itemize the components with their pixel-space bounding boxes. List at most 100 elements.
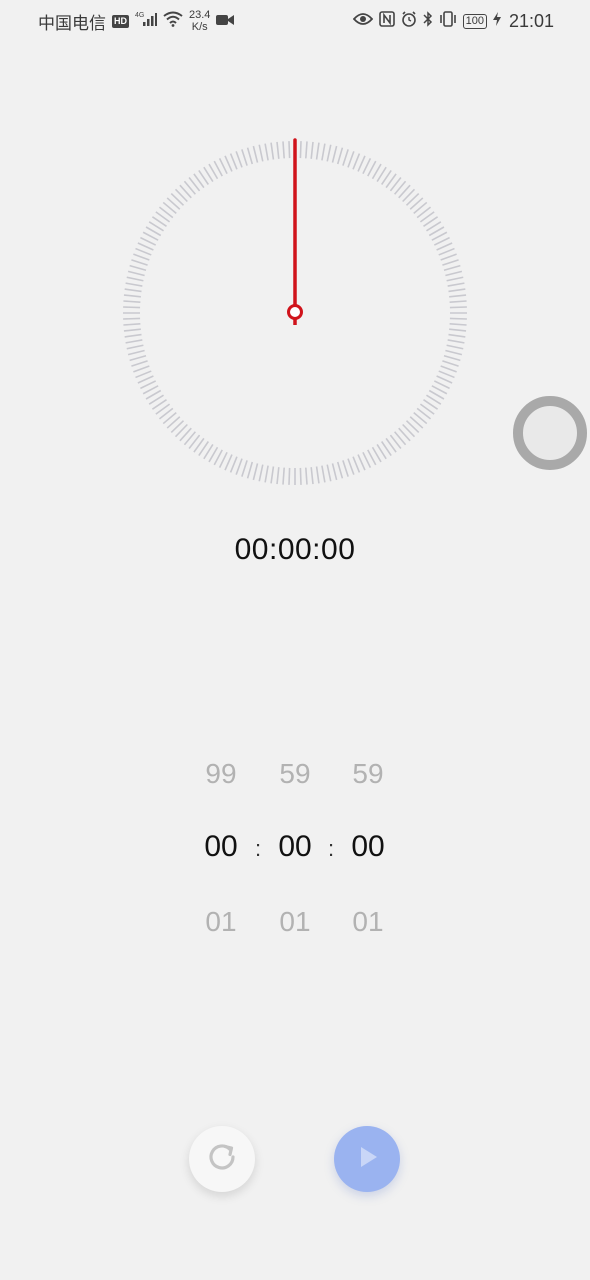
network-type-label: 4G xyxy=(135,12,144,19)
dial-tick xyxy=(433,236,450,246)
dial-tick xyxy=(140,236,157,246)
dial-tick xyxy=(123,323,141,326)
dial-tick xyxy=(131,360,148,367)
dial-tick xyxy=(342,149,349,166)
dial-tick xyxy=(347,151,355,168)
dial-tick xyxy=(305,467,308,485)
dial-tick xyxy=(127,349,145,356)
screen: 中国电信 HD 4G 23.4 K/s 100 21:01 00:00:00 9… xyxy=(0,0,590,1280)
bluetooth-icon xyxy=(423,10,433,32)
dial-tick xyxy=(315,466,320,484)
dial-tick xyxy=(288,141,291,159)
dial-tick xyxy=(133,253,150,261)
dial-tick xyxy=(442,360,459,367)
dial-tick xyxy=(336,147,344,165)
network-speed: 23.4 K/s xyxy=(189,9,210,33)
dial-tick xyxy=(448,288,466,293)
hours-next: 01 xyxy=(205,906,237,937)
dial-tick xyxy=(252,145,259,163)
dial-tick xyxy=(326,464,332,482)
dial-tick xyxy=(124,333,142,338)
battery-icon: 100 xyxy=(462,13,487,29)
dial-tick xyxy=(235,458,243,475)
dial-tick xyxy=(126,276,144,282)
dial-tick xyxy=(137,375,154,384)
dial-tick xyxy=(276,467,280,485)
dial-tick xyxy=(282,141,285,159)
seconds-next: 01 xyxy=(352,906,384,937)
reset-button[interactable] xyxy=(189,1126,255,1192)
dial-tick xyxy=(449,323,467,326)
dial-tick xyxy=(305,141,308,159)
dial-tick xyxy=(224,155,233,172)
dial-tick xyxy=(131,259,148,266)
dial-tick xyxy=(123,294,141,298)
dial-tick xyxy=(438,247,455,256)
speed-value: 23.4 xyxy=(189,9,211,21)
dial-tick xyxy=(123,306,141,309)
dial-tick xyxy=(241,149,248,166)
dial-tick xyxy=(133,365,150,373)
dial-tick xyxy=(252,463,259,481)
dial-tick xyxy=(347,458,355,475)
dial-tick xyxy=(129,354,147,362)
start-button[interactable] xyxy=(334,1126,400,1192)
minutes-prev: 59 xyxy=(279,758,311,789)
dial-tick xyxy=(258,464,264,482)
dial-tick xyxy=(447,282,465,287)
dial-tick xyxy=(137,242,154,251)
time-picker: 99 00 01 : 59 00 01 : 59 00 01 xyxy=(0,750,590,950)
dial-tick xyxy=(449,294,467,298)
seconds-prev: 59 xyxy=(352,758,384,789)
dial-tick xyxy=(135,370,152,379)
dial-tick xyxy=(135,247,152,256)
dial-tick xyxy=(445,270,463,277)
refresh-icon xyxy=(204,1139,240,1180)
dial-tick xyxy=(321,143,326,161)
dial-tick xyxy=(352,456,361,473)
clock-time: 21:01 xyxy=(508,10,554,31)
dial-tick xyxy=(331,145,338,163)
dial-tick xyxy=(357,155,366,172)
dial-tick xyxy=(447,339,465,344)
dial-tick xyxy=(310,141,314,159)
seconds-wheel[interactable]: 59 00 01 xyxy=(328,750,408,950)
dial-tick xyxy=(436,242,453,251)
dial-tick xyxy=(123,300,141,303)
dial-tick xyxy=(446,276,464,282)
dial-tick xyxy=(229,153,238,170)
dial-tick xyxy=(229,456,238,473)
dial-tick xyxy=(449,317,467,320)
dial-tick xyxy=(270,466,275,484)
dial-tick xyxy=(448,333,466,338)
status-bar-right: 100 21:01 xyxy=(352,10,554,32)
dial-tick xyxy=(436,375,453,384)
dial-tick xyxy=(321,465,326,483)
speed-unit: K/s xyxy=(191,21,208,33)
dial-tick xyxy=(241,460,248,477)
status-bar-left: 中国电信 HD 4G 23.4 K/s xyxy=(38,9,235,34)
dial-tick xyxy=(336,461,344,479)
signal-icon: 4G xyxy=(135,11,157,32)
dial-tick xyxy=(342,460,349,477)
dial-tick xyxy=(125,339,143,344)
dial-tick xyxy=(449,300,467,303)
dial-tick xyxy=(443,354,461,362)
dial-tick xyxy=(362,451,372,468)
alarm-icon xyxy=(401,10,417,32)
floating-assist-button[interactable] xyxy=(513,396,587,470)
dial-tick xyxy=(362,158,372,175)
dial-tick xyxy=(449,328,467,332)
dial-tick xyxy=(288,467,291,485)
dial-tick xyxy=(440,365,457,373)
dial-tick xyxy=(331,463,338,481)
dial-tick xyxy=(357,454,366,471)
dial-tick xyxy=(326,144,332,162)
dial-tick xyxy=(442,259,459,266)
dial-tick xyxy=(129,264,147,272)
dial-tick xyxy=(123,317,141,320)
dial-tick xyxy=(445,349,463,356)
video-icon xyxy=(216,11,235,31)
dial-tick xyxy=(258,144,264,162)
dial-tick xyxy=(218,451,228,468)
